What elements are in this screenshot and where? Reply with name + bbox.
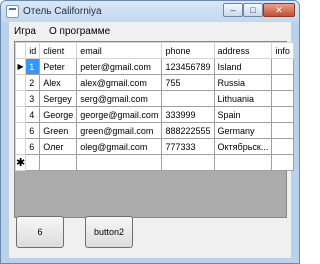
new-row[interactable]: ✱: [14, 154, 294, 171]
new-cell[interactable]: [39, 154, 78, 171]
cell-info[interactable]: [271, 138, 294, 155]
cell-email[interactable]: george@gmail.com: [76, 106, 163, 123]
table-row[interactable]: 6 Олег oleg@gmail.com 777333 Октябрьск..…: [14, 138, 294, 155]
column-header-info[interactable]: info: [271, 42, 294, 59]
maximize-button[interactable]: □: [243, 3, 263, 17]
cell-email[interactable]: green@gmail.com: [76, 122, 163, 139]
table-row[interactable]: 3 Sergey serg@gmail.com Lithuania: [14, 90, 294, 107]
new-cell[interactable]: [76, 154, 163, 171]
cell-client[interactable]: Green: [39, 122, 78, 139]
button-2[interactable]: button2: [85, 216, 133, 248]
menu-bar: Игра О программе: [9, 22, 291, 40]
row-header[interactable]: [14, 106, 27, 123]
cell-phone[interactable]: [161, 90, 215, 107]
app-window: Отель Californiya – □ ✕ Игра О программе: [0, 0, 300, 264]
cell-id[interactable]: 6: [25, 122, 41, 139]
cell-id[interactable]: 3: [25, 90, 41, 107]
cell-client[interactable]: Peter: [39, 58, 78, 75]
column-header-id[interactable]: id: [25, 42, 41, 59]
table-row[interactable]: 4 George george@gmail.com 333999 Spain: [14, 106, 294, 123]
title-bar[interactable]: Отель Californiya – □ ✕: [1, 1, 299, 22]
cell-address[interactable]: Lithuania: [213, 90, 273, 107]
row-header[interactable]: [14, 138, 27, 155]
window-title: Отель Californiya: [23, 6, 102, 17]
table-row[interactable]: 2 Alex alex@gmail.com 755 Russia: [14, 74, 294, 91]
cell-client[interactable]: Sergey: [39, 90, 78, 107]
cell-info[interactable]: [271, 58, 294, 75]
row-header[interactable]: [14, 122, 27, 139]
button-1[interactable]: 6: [16, 216, 64, 248]
table-row[interactable]: 6 Green green@gmail.com 888222555 German…: [14, 122, 294, 139]
column-header-client[interactable]: client: [39, 42, 78, 59]
cell-address[interactable]: Russia: [213, 74, 273, 91]
menu-item-game[interactable]: Игра: [14, 26, 36, 37]
cell-address[interactable]: Island: [213, 58, 273, 75]
cell-address[interactable]: Spain: [213, 106, 273, 123]
cell-client[interactable]: Alex: [39, 74, 78, 91]
cell-info[interactable]: [271, 74, 294, 91]
cell-id[interactable]: 4: [25, 106, 41, 123]
cell-address[interactable]: Октябрьск...: [213, 138, 273, 155]
cell-client[interactable]: Олег: [39, 138, 78, 155]
grid-table: id client email phone address info ▶ 1 P…: [14, 42, 294, 171]
row-header[interactable]: [14, 90, 27, 107]
close-button[interactable]: ✕: [263, 3, 295, 17]
cell-phone[interactable]: 755: [161, 74, 215, 91]
grid-corner-cell[interactable]: [14, 42, 27, 59]
cell-email[interactable]: serg@gmail.com: [76, 90, 163, 107]
new-cell[interactable]: [271, 154, 294, 171]
column-header-phone[interactable]: phone: [161, 42, 215, 59]
column-header-address[interactable]: address: [213, 42, 273, 59]
cell-phone[interactable]: 777333: [161, 138, 215, 155]
cell-id[interactable]: 2: [25, 74, 41, 91]
new-row-asterisk-icon[interactable]: ✱: [14, 154, 27, 171]
new-cell[interactable]: [25, 154, 41, 171]
grid-header-row: id client email phone address info: [14, 42, 294, 59]
cell-info[interactable]: [271, 90, 294, 107]
cell-phone[interactable]: 888222555: [161, 122, 215, 139]
current-row-marker-icon[interactable]: ▶: [14, 58, 27, 75]
cell-email[interactable]: alex@gmail.com: [76, 74, 163, 91]
cell-info[interactable]: [271, 106, 294, 123]
table-row[interactable]: ▶ 1 Peter peter@gmail.com 123456789 Isla…: [14, 58, 294, 75]
cell-email[interactable]: oleg@gmail.com: [76, 138, 163, 155]
cell-phone[interactable]: 333999: [161, 106, 215, 123]
column-header-email[interactable]: email: [76, 42, 163, 59]
menu-item-about[interactable]: О программе: [49, 26, 110, 37]
client-area: Игра О программе id client email phone a…: [9, 22, 294, 258]
cell-address[interactable]: Germany: [213, 122, 273, 139]
new-cell[interactable]: [213, 154, 273, 171]
app-icon: [6, 5, 19, 18]
cell-phone[interactable]: 123456789: [161, 58, 215, 75]
minimize-button[interactable]: –: [223, 3, 243, 17]
cell-info[interactable]: [271, 122, 294, 139]
row-header[interactable]: [14, 74, 27, 91]
new-cell[interactable]: [161, 154, 215, 171]
cell-client[interactable]: George: [39, 106, 78, 123]
cell-email[interactable]: peter@gmail.com: [76, 58, 163, 75]
cell-id[interactable]: 6: [25, 138, 41, 155]
data-grid[interactable]: id client email phone address info ▶ 1 P…: [14, 41, 294, 218]
cell-id[interactable]: 1: [25, 58, 41, 75]
